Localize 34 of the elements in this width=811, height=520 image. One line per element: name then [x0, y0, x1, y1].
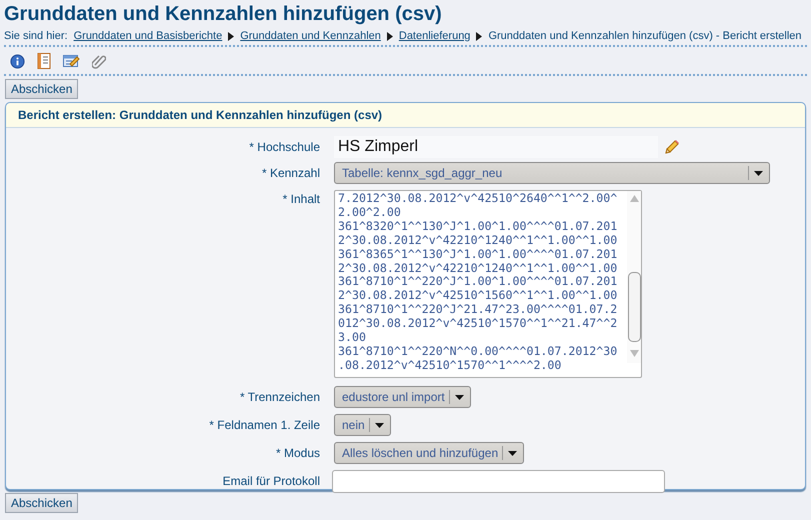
breadcrumb-link[interactable]: Datenlieferung — [398, 30, 470, 42]
dropdown[interactable]: Alles löschen und hinzufügen — [334, 442, 524, 464]
text-area[interactable]: 7.2012^30.08.2012^v^42510^2640^^1^^2.00^ 2.00^2.00 361^8320^1^^130^J^1.00^1.00^^^^01.07.201 2^30.08.2012^v^42210^1240^^1^^1.00^^1.00 361^8365^1^^130^J^1.00^1.00^^^^01.07.201 2^30.08.2012^v^42210^1240^^1^^1.00^^1.00 361^8710^1^^220^J^1.00^1.00^^^^01.07.201 2^30.08.2012^v^42510^1560^^1^^1.00^^1.00 361^8710^1^^220^J^21.47^23.00^^^^01.07.2 012^30.08.2012^v^42510^1570^^1^^21.47^^2 3.00 361^8710^1^^220^N^^0.00^^^^01.07.2012^30 .08.2012^v^42510^1570^^1^^^^2.00 — [334, 190, 642, 378]
email-field[interactable] — [332, 470, 665, 493]
submit-button[interactable]: Abschicken — [5, 493, 78, 513]
breadcrumb-current: Grunddaten und Kennzahlen hinzufügen (csv) - Bericht erstellen — [488, 30, 802, 42]
info-icon[interactable] — [10, 54, 25, 68]
field-label: * Feldnamen 1. Zeile — [208, 417, 321, 434]
notebook-icon[interactable] — [37, 53, 51, 69]
field-label: * Kennzahl — [260, 165, 321, 182]
scrollbar[interactable] — [627, 191, 641, 363]
paperclip-icon[interactable] — [92, 53, 106, 69]
scroll-up-icon[interactable] — [630, 195, 638, 202]
submit-button[interactable]: Abschicken — [5, 79, 78, 99]
field-value: HS Zimperl — [334, 136, 658, 158]
page-title: Grunddaten und Kennzahlen hinzufügen (csv) — [4, 2, 443, 27]
triangle-icon — [386, 32, 393, 40]
field-label: * Modus — [274, 445, 321, 462]
field-label: * Inhalt — [282, 191, 321, 208]
dropdown[interactable]: edustore unl import — [334, 386, 471, 408]
triangle-icon — [228, 32, 234, 40]
field-label: Email für Protokoll — [222, 473, 321, 490]
field-label: * Trennzeichen — [238, 389, 321, 406]
breadcrumb-link[interactable]: Grunddaten und Basisberichte — [74, 30, 222, 42]
pencil-icon[interactable] — [664, 139, 680, 155]
field-label: * Hochschule — [248, 139, 321, 156]
scroll-down-icon[interactable] — [630, 350, 638, 357]
dropdown[interactable]: Tabelle: kennx_sgd_aggr_neu — [334, 162, 770, 184]
triangle-icon — [476, 32, 482, 40]
dropdown[interactable]: nein — [334, 414, 391, 436]
form-pencil-icon[interactable] — [63, 53, 80, 69]
panel-title: Bericht erstellen: Grunddaten und Kennzahlen hinzufügen (csv) — [18, 108, 382, 122]
breadcrumb-link[interactable]: Grunddaten und Kennzahlen — [240, 30, 381, 42]
breadcrumb-label: Sie sind hier: — [4, 30, 68, 42]
